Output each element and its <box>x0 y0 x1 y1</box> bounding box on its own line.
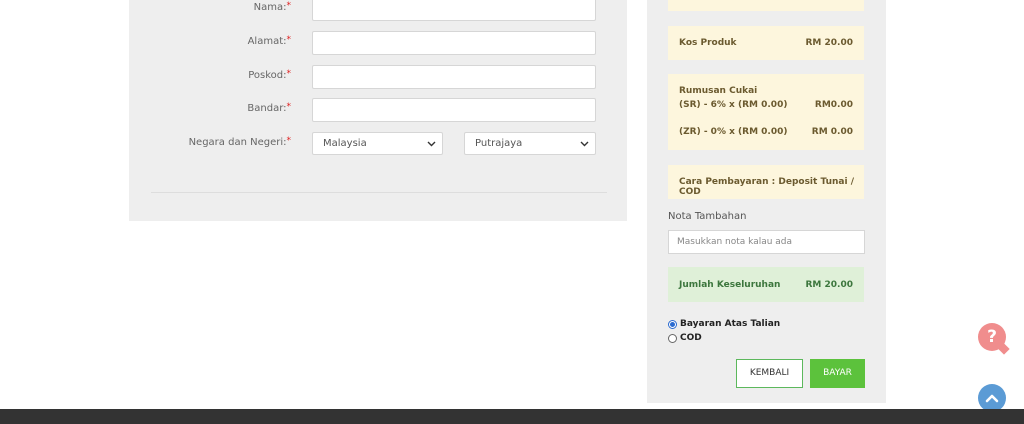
kembali-button[interactable]: KEMBALI <box>736 359 803 388</box>
rumusan-cukai-card: Rumusan Cukai (SR) - 6% x (RM 0.00) RM0.… <box>668 74 864 150</box>
nota-tambahan-title: Nota Tambahan <box>668 211 747 222</box>
cukai-sr-label: (SR) - 6% x (RM 0.00) <box>679 100 788 110</box>
poskod-label: Poskod:* <box>248 69 291 81</box>
kos-produk-value: RM 20.00 <box>805 38 854 48</box>
form-divider <box>151 192 607 193</box>
question-icon: ? <box>987 327 997 347</box>
alamat-label: Alamat:* <box>247 35 291 47</box>
radio-online[interactable] <box>668 319 677 329</box>
bayar-button[interactable]: BAYAR <box>810 359 865 388</box>
form-row-bandar: Bandar:* <box>129 98 627 122</box>
alamat-input[interactable] <box>312 31 596 55</box>
jumlah-keseluruhan-card: Jumlah Keseluruhan RM 20.00 <box>668 267 864 302</box>
bandar-label: Bandar:* <box>247 102 291 114</box>
form-row-negara: Negara dan Negeri:* Malaysia Putrajaya <box>129 132 627 156</box>
chevron-up-icon <box>985 394 999 403</box>
scroll-top-button[interactable] <box>978 384 1006 412</box>
country-select-value: Malaysia <box>323 138 367 149</box>
country-select[interactable]: Malaysia <box>312 132 443 155</box>
bandar-input[interactable] <box>312 98 596 122</box>
order-summary: Kos Produk RM 20.00 Rumusan Cukai (SR) -… <box>647 0 886 403</box>
help-button[interactable]: ? <box>978 323 1006 351</box>
kos-produk-card: Kos Produk RM 20.00 <box>668 26 864 60</box>
radio-cod[interactable] <box>668 333 677 343</box>
kos-produk-label: Kos Produk <box>679 38 737 48</box>
nota-input[interactable]: Masukkan nota kalau ada <box>668 230 865 254</box>
state-select-value: Putrajaya <box>475 138 523 149</box>
chevron-down-icon <box>580 141 589 147</box>
nama-label: Nama:* <box>253 1 291 13</box>
cara-pembayaran-card: Cara Pembayaran : Deposit Tunai / COD <box>668 165 864 199</box>
form-row-nama: Nama:* <box>129 0 627 21</box>
cukai-zr-label: (ZR) - 0% x (RM 0.00) <box>679 127 788 137</box>
payment-option-cod[interactable]: COD <box>668 333 702 343</box>
negara-negeri-label: Negara dan Negeri:* <box>188 136 291 148</box>
payment-option-online-label: Bayaran Atas Talian <box>680 319 781 329</box>
shipping-form: Nama:* Alamat:* Poskod:* Bandar:* Negara… <box>129 0 627 221</box>
poskod-input[interactable] <box>312 65 596 89</box>
cukai-zr-value: RM 0.00 <box>811 127 853 137</box>
cukai-title: Rumusan Cukai <box>679 86 758 96</box>
cara-pembayaran-text: Cara Pembayaran : Deposit Tunai / COD <box>679 177 854 197</box>
checkout-page: Nama:* Alamat:* Poskod:* Bandar:* Negara… <box>0 0 1024 424</box>
form-row-poskod: Poskod:* <box>129 65 627 89</box>
nota-placeholder: Masukkan nota kalau ada <box>677 237 793 247</box>
state-select[interactable]: Putrajaya <box>464 132 596 155</box>
footer-bar <box>0 409 1024 424</box>
cukai-sr-value: RM0.00 <box>814 100 853 110</box>
payment-option-cod-label: COD <box>680 333 702 343</box>
jumlah-value: RM 20.00 <box>805 280 854 290</box>
nama-input[interactable] <box>312 0 596 21</box>
jumlah-label: Jumlah Keseluruhan <box>679 280 781 290</box>
payment-option-online[interactable]: Bayaran Atas Talian <box>668 319 780 329</box>
summary-top-card <box>668 0 864 11</box>
chevron-down-icon <box>427 141 436 147</box>
form-row-alamat: Alamat:* <box>129 31 627 55</box>
